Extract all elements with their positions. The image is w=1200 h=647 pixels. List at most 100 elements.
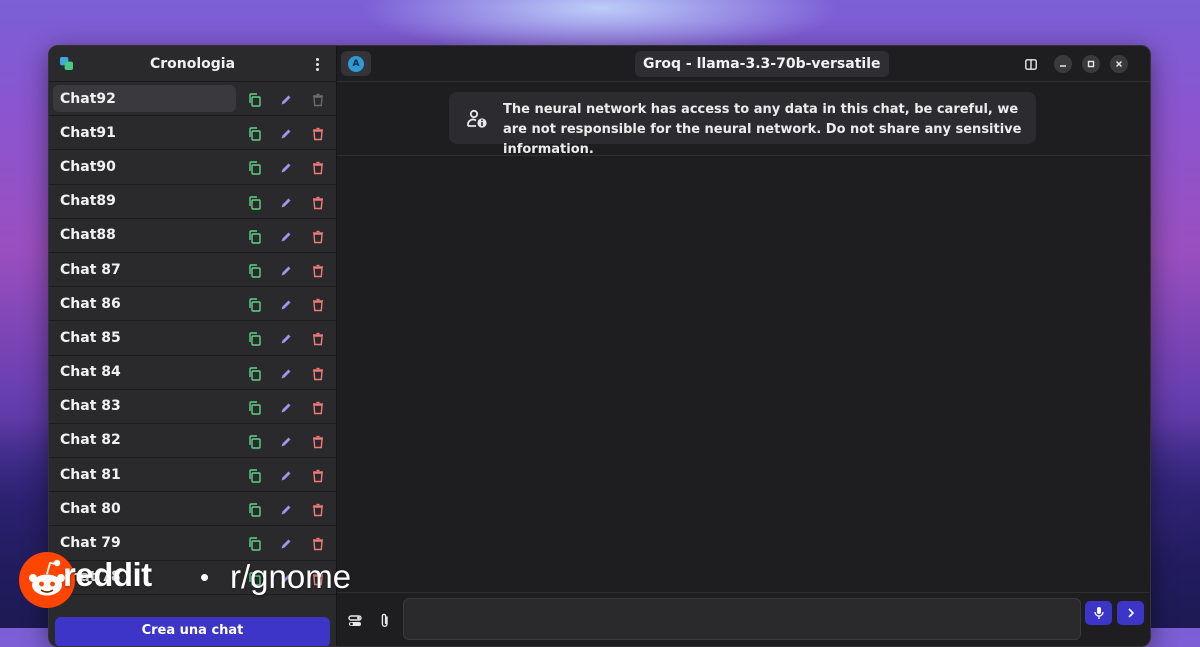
microphone-icon <box>1093 607 1104 619</box>
chat-label: Chat 79 <box>60 535 121 552</box>
chat-list-item[interactable]: Chat 80 <box>49 492 336 527</box>
edit-icon[interactable] <box>279 331 293 345</box>
message-input[interactable] <box>403 598 1081 640</box>
delete-icon[interactable] <box>311 468 325 483</box>
chat-label: Chat91 <box>60 124 116 141</box>
delete-icon[interactable] <box>311 502 325 517</box>
input-bar <box>337 592 1150 646</box>
chat-main: A Groq - llama-3.3-70b-versatile The neu… <box>337 46 1150 646</box>
header-bar: A Groq - llama-3.3-70b-versatile <box>337 46 1150 82</box>
chat-label: Chat89 <box>60 193 116 210</box>
edit-icon[interactable] <box>279 468 293 482</box>
chat-label: Chat 80 <box>60 500 121 517</box>
send-button[interactable] <box>1117 601 1144 625</box>
model-avatar-button[interactable]: A <box>341 51 371 76</box>
reddit-brand-text: reddit <box>63 556 152 593</box>
edit-icon[interactable] <box>279 195 293 209</box>
edit-icon[interactable] <box>279 229 293 243</box>
split-view-icon[interactable] <box>1022 55 1040 73</box>
copy-icon[interactable] <box>248 400 262 415</box>
copy-icon[interactable] <box>248 92 262 107</box>
chat-list-item[interactable]: Chat 82 <box>49 424 336 459</box>
copy-icon[interactable] <box>248 160 262 176</box>
delete-icon[interactable] <box>311 92 325 107</box>
chevron-right-icon <box>1127 608 1134 618</box>
delete-icon[interactable] <box>311 195 325 209</box>
delete-icon[interactable] <box>311 331 325 346</box>
edit-icon[interactable] <box>279 160 293 174</box>
edit-icon[interactable] <box>279 434 293 448</box>
delete-icon[interactable] <box>311 160 325 175</box>
chat-label: Chat 86 <box>60 295 121 312</box>
chat-list-item[interactable]: Chat 86 <box>49 287 336 322</box>
chat-label: Chat 83 <box>60 398 121 415</box>
chat-label: Chat 87 <box>60 261 121 278</box>
watermark-separator: • <box>200 562 210 592</box>
delete-icon[interactable] <box>311 297 325 312</box>
sidebar-header: Cronologia <box>49 46 336 82</box>
close-icon[interactable] <box>1110 55 1128 73</box>
app-logo-icon <box>60 57 73 70</box>
edit-icon[interactable] <box>279 502 293 516</box>
delete-icon[interactable] <box>311 229 325 243</box>
chat-list-item[interactable]: Chat 84 <box>49 356 336 390</box>
chat-list-item[interactable]: Chat 85 <box>49 321 336 356</box>
copy-icon[interactable] <box>248 468 262 483</box>
toggle-options-icon[interactable] <box>347 613 363 629</box>
copy-icon[interactable] <box>248 502 262 517</box>
copy-icon[interactable] <box>248 434 262 449</box>
edit-icon[interactable] <box>279 400 293 414</box>
edit-icon[interactable] <box>279 263 293 277</box>
chat-label: Chat88 <box>60 227 116 244</box>
chat-label: Chat90 <box>60 158 116 175</box>
copy-icon[interactable] <box>248 331 262 347</box>
microphone-button[interactable] <box>1085 601 1112 625</box>
chat-list-item[interactable]: Chat 83 <box>49 390 336 424</box>
edit-icon[interactable] <box>279 92 293 106</box>
privacy-notice: The neural network has access to any dat… <box>449 92 1036 157</box>
chat-list-item[interactable]: Chat88 <box>49 219 336 253</box>
copy-icon[interactable] <box>248 366 262 381</box>
user-info-icon <box>467 109 487 128</box>
delete-icon[interactable] <box>311 536 325 551</box>
chat-list: Chat92 Chat91 Chat90 Chat89 Chat88 Chat 87 Cha… <box>49 82 336 595</box>
delete-icon[interactable] <box>311 400 325 414</box>
copy-icon[interactable] <box>248 195 262 210</box>
avatar: A <box>348 55 364 72</box>
maximize-icon[interactable] <box>1082 55 1100 73</box>
copy-icon[interactable] <box>248 126 262 141</box>
copy-icon[interactable] <box>248 229 262 244</box>
minimize-icon[interactable] <box>1054 55 1072 73</box>
kebab-menu-icon[interactable] <box>308 54 326 74</box>
chat-label: Chat 81 <box>60 466 121 483</box>
chat-list-item[interactable]: Chat 87 <box>49 253 336 288</box>
edit-icon[interactable] <box>279 297 293 311</box>
chat-list-item[interactable]: Chat90 <box>49 150 336 185</box>
edit-icon[interactable] <box>279 126 293 140</box>
chat-list-item[interactable]: Chat 81 <box>49 458 336 493</box>
copy-icon[interactable] <box>248 263 262 278</box>
delete-icon[interactable] <box>311 434 325 449</box>
attach-icon[interactable] <box>377 613 393 629</box>
edit-icon[interactable] <box>279 536 293 550</box>
notice-text: The neural network has access to any dat… <box>503 102 1022 157</box>
subreddit-text: r/gnome <box>230 558 352 595</box>
app-window: Cronologia Chat92 Chat91 Chat90 Chat89 Chat8… <box>48 45 1151 647</box>
delete-icon[interactable] <box>311 263 325 278</box>
chat-label: Chat 85 <box>60 329 121 346</box>
chat-list-item[interactable]: Chat89 <box>49 185 336 219</box>
edit-icon[interactable] <box>279 366 293 380</box>
copy-icon[interactable] <box>248 536 262 552</box>
delete-icon[interactable] <box>311 366 325 380</box>
new-chat-button[interactable]: Crea una chat <box>55 617 330 646</box>
chat-list-item[interactable]: Chat92 <box>49 82 336 117</box>
chat-label: Chat 82 <box>60 432 121 449</box>
chat-label: Chat92 <box>60 90 116 107</box>
copy-icon[interactable] <box>248 297 262 312</box>
chat-label: Chat 84 <box>60 364 121 381</box>
sidebar-title: Cronologia <box>149 55 236 72</box>
delete-icon[interactable] <box>311 126 325 141</box>
divider <box>337 155 1150 156</box>
model-title[interactable]: Groq - llama-3.3-70b-versatile <box>635 51 889 77</box>
chat-list-item[interactable]: Chat91 <box>49 116 336 151</box>
